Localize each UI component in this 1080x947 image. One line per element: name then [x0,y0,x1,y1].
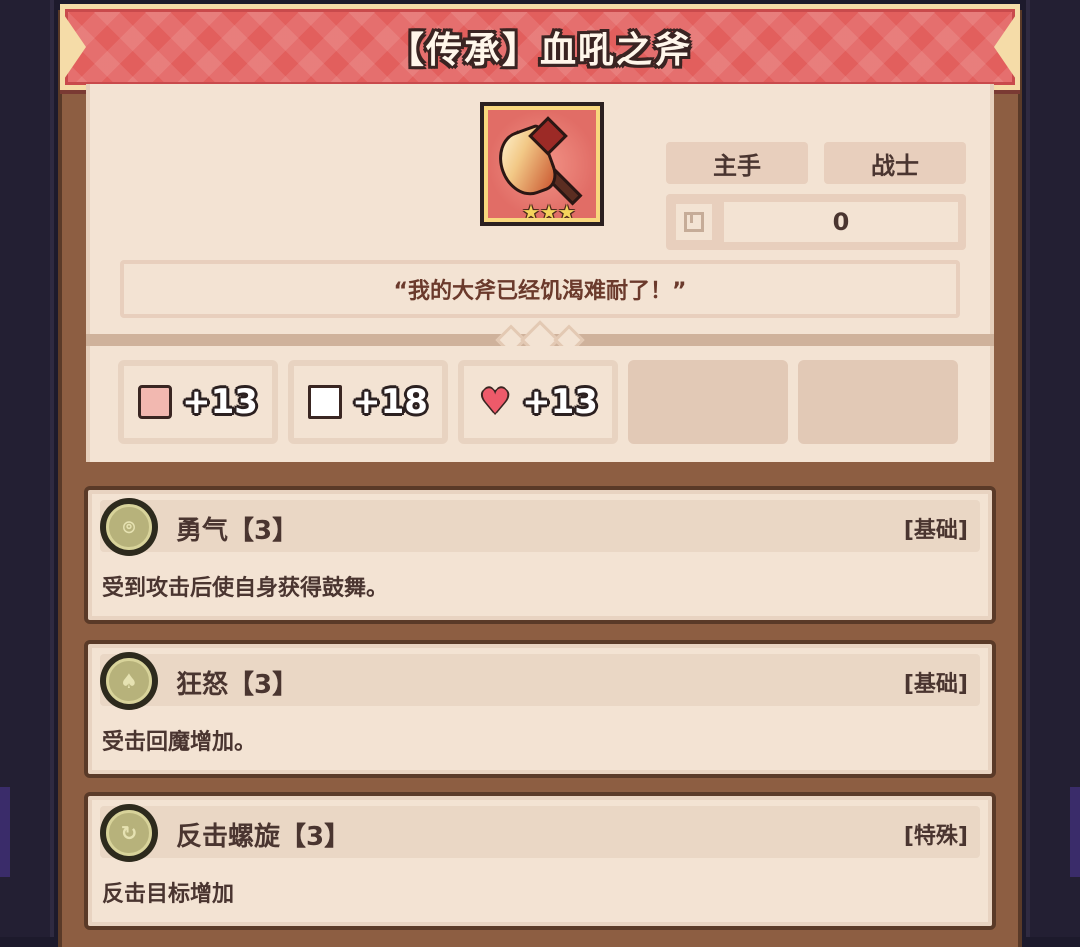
star-icon: ★ [557,200,576,222]
stat-slot-empty [628,360,788,444]
skill-card-courage[interactable]: ⌾ 勇气【3】 [基础] 受到攻击后使自身获得鼓舞。 [84,486,996,624]
skill-header: ♠ 狂怒【3】 [基础] [100,652,980,710]
courage-skill-icon: ⌾ [100,498,158,556]
stat-strength: +13 [118,360,278,444]
star-icon: ★ [539,200,558,222]
class-tag: 战士 [824,142,966,184]
stat-intellect: +18 [288,360,448,444]
enhance-level-box: 0 [666,194,966,250]
rage-skill-icon: ♠ [100,652,158,710]
counter-spiral-skill-icon: ↻ [100,804,158,862]
skill-header: ⌾ 勇气【3】 [基础] [100,498,980,556]
stat-value: +13 [522,382,598,422]
skill-type: [基础] [903,518,968,543]
strength-icon [138,385,173,419]
right-frame [1026,0,1080,937]
item-quote: “我的大斧已经饥渴难耐了！” [120,260,960,318]
item-info-section: ★ ★ ★ 主手 战士 0 “我的大斧已经饥渴难耐了！” [86,84,994,334]
skill-card-counter-spiral[interactable]: ↻ 反击螺旋【3】 [特殊] 反击目标增加 [84,792,996,930]
skill-name: 狂怒【3】 [176,670,299,700]
skill-type: [特殊] [903,824,968,849]
slot-tag: 主手 [666,142,808,184]
stat-value: +13 [182,382,258,422]
skill-type: [基础] [903,672,968,697]
enhance-icon [676,204,712,240]
item-icon-frame[interactable]: ★ ★ ★ [480,102,604,226]
stat-slot-empty [798,360,958,444]
skill-description: 受到攻击后使自身获得鼓舞。 [102,576,389,601]
left-frame [0,0,54,937]
intellect-icon [308,385,343,419]
enhance-level-value: 0 [724,202,958,242]
skill-card-rage[interactable]: ♠ 狂怒【3】 [基础] 受击回魔增加。 [84,640,996,778]
skill-name: 反击螺旋【3】 [176,822,351,852]
stat-health: ♥ +13 [458,360,618,444]
stats-section: +13 +18 ♥ +13 [86,346,994,462]
skill-header: ↻ 反击螺旋【3】 [特殊] [100,804,980,862]
item-stars: ★ ★ ★ [522,200,576,222]
skill-description: 受击回魔增加。 [102,730,257,755]
section-divider [86,320,994,360]
skill-description: 反击目标增加 [102,882,235,907]
heart-icon: ♥ [479,382,511,422]
stat-value: +18 [352,382,428,422]
star-icon: ★ [522,200,540,222]
skill-name: 勇气【3】 [176,516,299,546]
item-title: 【传承】血吼之斧 [387,30,692,71]
battle-axe-icon: ★ ★ ★ [484,106,600,222]
title-banner: 【传承】血吼之斧 [60,4,1020,90]
